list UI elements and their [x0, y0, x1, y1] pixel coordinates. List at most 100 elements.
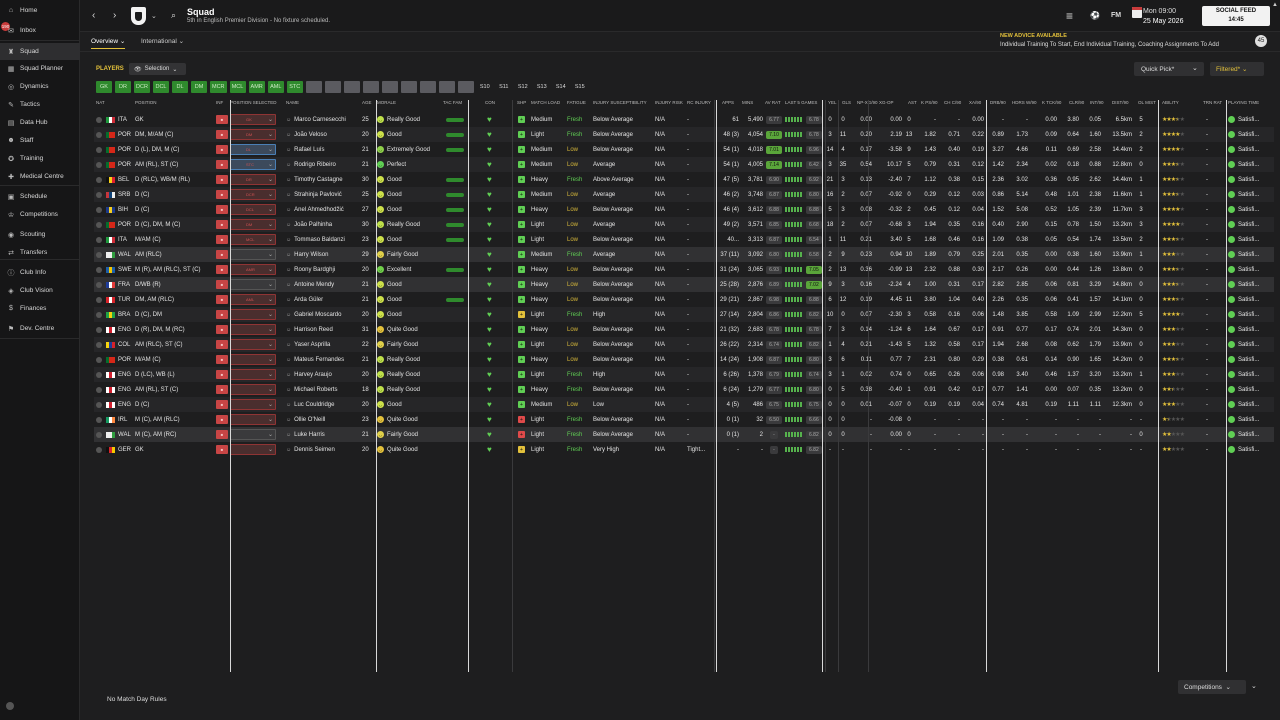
forward-button[interactable]: › — [113, 10, 116, 21]
sidebar-item-club-vision[interactable]: ◈ Club Vision — [0, 282, 80, 299]
table-row[interactable]: SWE M (R), AM (RLC), ST (C) ■ AMR ⌄ ☺ Roony Ba… — [94, 262, 1274, 277]
column-header-olmist[interactable]: OL MIST — [1138, 100, 1156, 105]
info-icon[interactable]: ■ — [216, 325, 228, 334]
column-header-dist[interactable]: DIST/90 — [1112, 100, 1129, 105]
chevron-down-icon[interactable]: ⌄ — [151, 12, 157, 20]
sidebar-item-data-hub[interactable]: ▤ Data Hub — [0, 114, 80, 131]
table-row[interactable]: ENG D (R), DM, M (RC) ■ ⌄ ☺ Harrison Reed 31 ◡ Q… — [94, 322, 1274, 337]
info-icon[interactable]: ■ — [216, 265, 228, 274]
info-icon[interactable]: ■ — [216, 250, 228, 259]
sidebar-item-dev-centre[interactable]: ⚑ Dev. Centre — [0, 320, 80, 337]
table-row[interactable]: FRA D/WB (R) ■ ⌄ ☺ Antoine Mendy 21 ◡ Good ♥ + Heav… — [94, 277, 1274, 292]
column-header-shp[interactable]: SHP — [517, 100, 526, 105]
cell-name[interactable]: ☺ Arda Güler — [286, 292, 323, 307]
table-row[interactable]: SRB D (C) ■ DCR ⌄ ☺ Strahinja Pavlović 25 ◡ Good ♥… — [94, 187, 1274, 202]
column-header-ktck[interactable]: K TCK/90 — [1042, 100, 1061, 105]
column-header-hdrs[interactable]: HDRS W/90 — [1012, 100, 1037, 105]
set-piece-chip[interactable]: S14 — [553, 81, 569, 93]
column-header-chc[interactable]: CH C/90 — [944, 100, 961, 105]
position-chip[interactable]: DL — [172, 81, 188, 93]
cell-name[interactable]: ☺ Luke Harris — [286, 427, 325, 442]
cell-name[interactable]: ☺ Ollie O'Neill — [286, 412, 325, 427]
info-icon[interactable]: ■ — [216, 280, 228, 289]
position-chip[interactable]: DM — [191, 81, 207, 93]
set-piece-chip[interactable]: S11 — [496, 81, 512, 93]
set-piece-chip[interactable]: S13 — [534, 81, 550, 93]
cell-name[interactable]: ☺ João Veloso — [286, 127, 327, 142]
cell-name[interactable]: ☺ Timothy Castagne — [286, 172, 343, 187]
sidebar-item-competitions[interactable]: ♔ Competitions — [0, 206, 80, 223]
info-icon[interactable]: ■ — [216, 400, 228, 409]
table-row[interactable]: GER GK ■ ⌄ ☺ Dennis Seimen 20 ◡ Quite Good ♥ + Ligh… — [94, 442, 1274, 457]
info-icon[interactable]: ■ — [216, 115, 228, 124]
column-header-rc[interactable]: RC INJURY — [687, 100, 711, 105]
disabled-position-chip[interactable] — [419, 81, 436, 93]
sidebar-item-training[interactable]: ✪ Training — [0, 150, 80, 167]
column-header-gls[interactable]: GLS — [842, 100, 851, 105]
cell-name[interactable]: ☺ Yaser Asprilla — [286, 337, 330, 352]
info-icon[interactable]: ■ — [216, 370, 228, 379]
position-chip[interactable]: DCL — [153, 81, 169, 93]
column-header-fatigue[interactable]: FATIGUE — [567, 100, 586, 105]
table-row[interactable]: WAL AM (RLC) ■ ⌄ ☺ Harry Wilson 29 ◡ Fairly Good… — [94, 247, 1274, 262]
sidebar-item-squad-planner[interactable]: ▦ Squad Planner — [0, 60, 80, 77]
table-row[interactable]: COL AM (RLC), ST (C) ■ ⌄ ☺ Yaser Asprilla 22 ◡ F… — [94, 337, 1274, 352]
help-icon[interactable] — [6, 702, 14, 710]
collapse-icon[interactable]: ▲ — [1272, 2, 1278, 8]
sidebar-item-tactics[interactable]: ✎ Tactics — [0, 96, 80, 113]
info-icon[interactable]: ■ — [216, 175, 228, 184]
cell-name[interactable]: ☺ Harry Wilson — [286, 247, 328, 262]
column-header-form[interactable]: LAST 5 GAMES — [785, 100, 817, 105]
disabled-position-chip[interactable] — [305, 81, 322, 93]
table-row[interactable]: ENG D (C) ■ ⌄ ☺ Luc Couldridge 20 ◡ Good ♥ + Medium… — [94, 397, 1274, 412]
info-icon[interactable]: ■ — [216, 295, 228, 304]
column-header-kps[interactable]: K PS/90 — [921, 100, 938, 105]
info-icon[interactable]: ■ — [216, 160, 228, 169]
sidebar-item-scouting[interactable]: ◉ Scouting — [0, 226, 80, 243]
info-icon[interactable]: ■ — [216, 145, 228, 154]
table-row[interactable]: BEL D (RLC), WB/M (RL) ■ DR ⌄ ☺ Timothy Castag… — [94, 172, 1274, 187]
info-icon[interactable]: ■ — [216, 445, 228, 454]
table-row[interactable]: IRL M (C), AM (RLC) ■ ⌄ ☺ Ollie O'Neill 23 ◡ Qui… — [94, 412, 1274, 427]
column-header-age[interactable]: AGE — [362, 100, 372, 105]
table-row[interactable]: ITA GK ■ GK ⌄ ☺ Marco Carnesecchi 25 ◡ Really Goo… — [94, 112, 1274, 127]
column-header-con[interactable]: CON — [485, 100, 495, 105]
menu-icon[interactable]: ≡ — [1066, 9, 1073, 23]
column-header-int[interactable]: INT/90 — [1090, 100, 1104, 105]
column-header-inf[interactable]: INF — [216, 100, 223, 105]
chevron-down-icon[interactable]: ⌄ — [1251, 682, 1257, 690]
disabled-position-chip[interactable] — [343, 81, 360, 93]
filtered-button[interactable]: Filtered* ⌄ — [1210, 62, 1264, 76]
sidebar-item-medical-centre[interactable]: ✚ Medical Centre — [0, 168, 80, 185]
position-chip[interactable]: DR — [115, 81, 131, 93]
manager-icon[interactable]: ⚽ — [1090, 11, 1100, 20]
table-row[interactable]: BRA D (C), DM ■ ⌄ ☺ Gabriel Moscardo 20 ◡ Good ♥ +… — [94, 307, 1274, 322]
disabled-position-chip[interactable] — [362, 81, 379, 93]
column-header-possel[interactable]: POSITION SELECTED — [230, 100, 277, 105]
position-chip[interactable]: MCR — [210, 81, 227, 93]
cell-name[interactable]: ☺ Harvey Araujo — [286, 367, 332, 382]
info-icon[interactable]: ■ — [216, 205, 228, 214]
advice-text[interactable]: Individual Training To Start, End Indivi… — [1000, 42, 1219, 48]
table-row[interactable]: POR D (L), DM, M (C) ■ DL ⌄ ☺ Rafael Luís 21 ◡ Ex… — [94, 142, 1274, 157]
column-header-trn[interactable]: TRN RAT — [1203, 100, 1222, 105]
cell-name[interactable]: ☺ Anel Ahmedhodžić — [286, 202, 344, 217]
position-chip[interactable]: MCL — [229, 81, 246, 93]
table-row[interactable]: POR D (C), DM, M (C) ■ DM ⌄ ☺ João Palhinha 30 ◡… — [94, 217, 1274, 232]
club-crest-icon[interactable] — [131, 7, 146, 25]
info-icon[interactable]: ■ — [216, 385, 228, 394]
column-header-yel[interactable]: YEL — [828, 100, 837, 105]
sidebar-item-inbox[interactable]: ✉ Inbox — [0, 22, 80, 39]
sidebar-item-squad[interactable]: ♜ Squad — [0, 43, 80, 60]
cell-name[interactable]: ☺ Mateus Fernandes — [286, 352, 344, 367]
social-feed-button[interactable]: SOCIAL FEED 14:45 — [1202, 6, 1270, 26]
info-icon[interactable]: ■ — [216, 340, 228, 349]
column-header-xgop[interactable]: XG-OP — [879, 100, 894, 105]
chevron-down-icon[interactable]: ⌄ — [1192, 64, 1198, 72]
disabled-position-chip[interactable] — [457, 81, 474, 93]
cell-name[interactable]: ☺ Antoine Mendy — [286, 277, 334, 292]
column-header-drb[interactable]: DRB/90 — [990, 100, 1006, 105]
column-header-mins[interactable]: MINS — [742, 100, 753, 105]
table-row[interactable]: TUR DM, AM (RLC) ■ AML ⌄ ☺ Arda Güler 21 ◡ Good ♥ +… — [94, 292, 1274, 307]
table-row[interactable]: ENG D (LC), WB (L) ■ ⌄ ☺ Harvey Araujo 20 ◡ Real… — [94, 367, 1274, 382]
